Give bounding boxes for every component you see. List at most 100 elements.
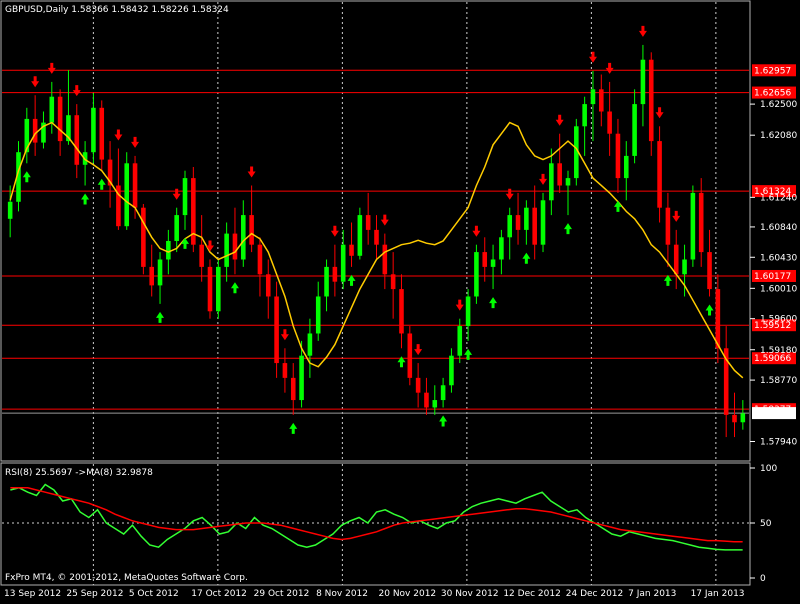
candle-body (265, 274, 271, 297)
candle-body (715, 289, 721, 349)
candle-body (7, 201, 13, 219)
down-arrow-icon (414, 344, 423, 356)
rsi-title: RSI(8) 25.5697 ->MA(8) 32.9878 (5, 468, 153, 478)
candle-body (640, 59, 646, 105)
candle-body (157, 259, 163, 286)
candle-body (274, 296, 279, 364)
candle-body (682, 259, 687, 275)
candle-body (382, 244, 388, 275)
candle-body (324, 266, 329, 297)
candle-body (490, 259, 496, 267)
down-arrow-icon (455, 299, 464, 311)
down-arrow-icon (638, 25, 647, 37)
candle-body (282, 363, 288, 378)
x-tick-label: 25 Sep 2012 (66, 589, 123, 599)
y-tick-label: 1.59600 (760, 315, 797, 325)
x-tick-label: 8 Nov 2012 (316, 589, 368, 599)
candle-body (524, 207, 529, 230)
up-arrow-icon (181, 237, 190, 249)
up-arrow-icon (489, 297, 498, 309)
candle-body (632, 104, 637, 156)
candle-body (582, 104, 587, 127)
candle-body (707, 252, 712, 290)
x-tick-label: 20 Nov 2012 (379, 589, 437, 599)
candle-body (182, 178, 188, 216)
x-tick-label: 30 Nov 2012 (441, 589, 499, 599)
candle-body (91, 107, 96, 153)
candle-body (648, 59, 654, 142)
rsi-ma-line (10, 487, 743, 543)
x-tick-label: 13 Sep 2012 (4, 589, 61, 599)
up-arrow-icon (97, 178, 106, 190)
x-tick-label: 29 Oct 2012 (254, 589, 310, 599)
candle-body (599, 89, 604, 112)
down-arrow-icon (605, 62, 614, 74)
x-tick-label: 24 Dec 2012 (566, 589, 624, 599)
candle-body (532, 207, 537, 245)
down-arrow-icon (588, 51, 597, 63)
x-tick-label: 17 Jan 2013 (691, 589, 745, 599)
candle-body (349, 244, 354, 256)
levels-layer: 1.629571.626561.613241.601771.595121.590… (2, 64, 796, 420)
y-tick-label: 1.62500 (760, 100, 797, 110)
rsi-y-tick-label: 50 (760, 519, 772, 529)
down-arrow-icon (172, 188, 181, 200)
rsi-panel-border (0, 462, 751, 586)
up-arrow-icon (663, 274, 672, 286)
level-label: 1.62656 (754, 89, 791, 99)
candle-body (549, 163, 554, 201)
down-arrow-icon (380, 214, 389, 226)
level-label: 1.62957 (754, 66, 791, 76)
candle-body (690, 192, 696, 260)
candle-body (124, 163, 130, 227)
y-tick-label: 1.60840 (760, 223, 797, 233)
candle-body (166, 240, 171, 260)
y-tick-label: 1.58770 (760, 376, 797, 386)
candle-body (240, 215, 246, 260)
candle-body (399, 289, 404, 334)
candle-body (132, 163, 138, 208)
down-arrow-icon (555, 114, 564, 126)
y-tick-label: 1.57940 (760, 438, 797, 448)
candle-body (365, 215, 371, 230)
candle-body (340, 244, 346, 282)
candle-body (424, 392, 429, 408)
candle-body (207, 266, 213, 312)
candle-body (432, 400, 438, 408)
candle-body (99, 107, 105, 160)
candle-body (199, 244, 204, 267)
up-arrow-icon (613, 200, 622, 212)
down-arrow-icon (72, 85, 81, 97)
candle-body (249, 215, 254, 245)
candle-body (74, 115, 80, 165)
current-price-label: 1.58324 (754, 409, 791, 419)
candle-body (299, 355, 304, 401)
rsi-line (10, 483, 743, 551)
y-tick-label: 1.63960 (760, 0, 797, 2)
y-tick-label: 1.60010 (760, 284, 797, 294)
candle-body (457, 326, 463, 356)
candle-body (607, 111, 612, 134)
candle-body (465, 296, 471, 327)
candle-body (257, 244, 263, 275)
up-arrow-icon (289, 422, 298, 434)
candle-body (499, 237, 504, 260)
candle-body (407, 333, 413, 378)
rsi-layer (2, 483, 749, 551)
candle-body (515, 215, 521, 230)
candle-body (698, 192, 704, 253)
level-label: 1.60177 (754, 272, 791, 282)
candle-body (290, 377, 296, 401)
candle-body (390, 274, 396, 290)
candle-body (474, 252, 479, 297)
candle-body (332, 266, 338, 282)
up-arrow-icon (347, 274, 356, 286)
y-tick-label: 1.62080 (760, 131, 797, 141)
rsi-y-tick-label: 100 (760, 464, 777, 474)
chart-title: GBPUSD,Daily 1.58366 1.58432 1.58226 1.5… (5, 5, 229, 15)
y-tick-label: 1.59180 (760, 346, 797, 356)
y-tick-label: 1.61240 (760, 193, 797, 203)
candle-body (657, 141, 662, 208)
rsi-y-tick-label: 0 (760, 574, 766, 584)
candle-body (307, 333, 313, 356)
